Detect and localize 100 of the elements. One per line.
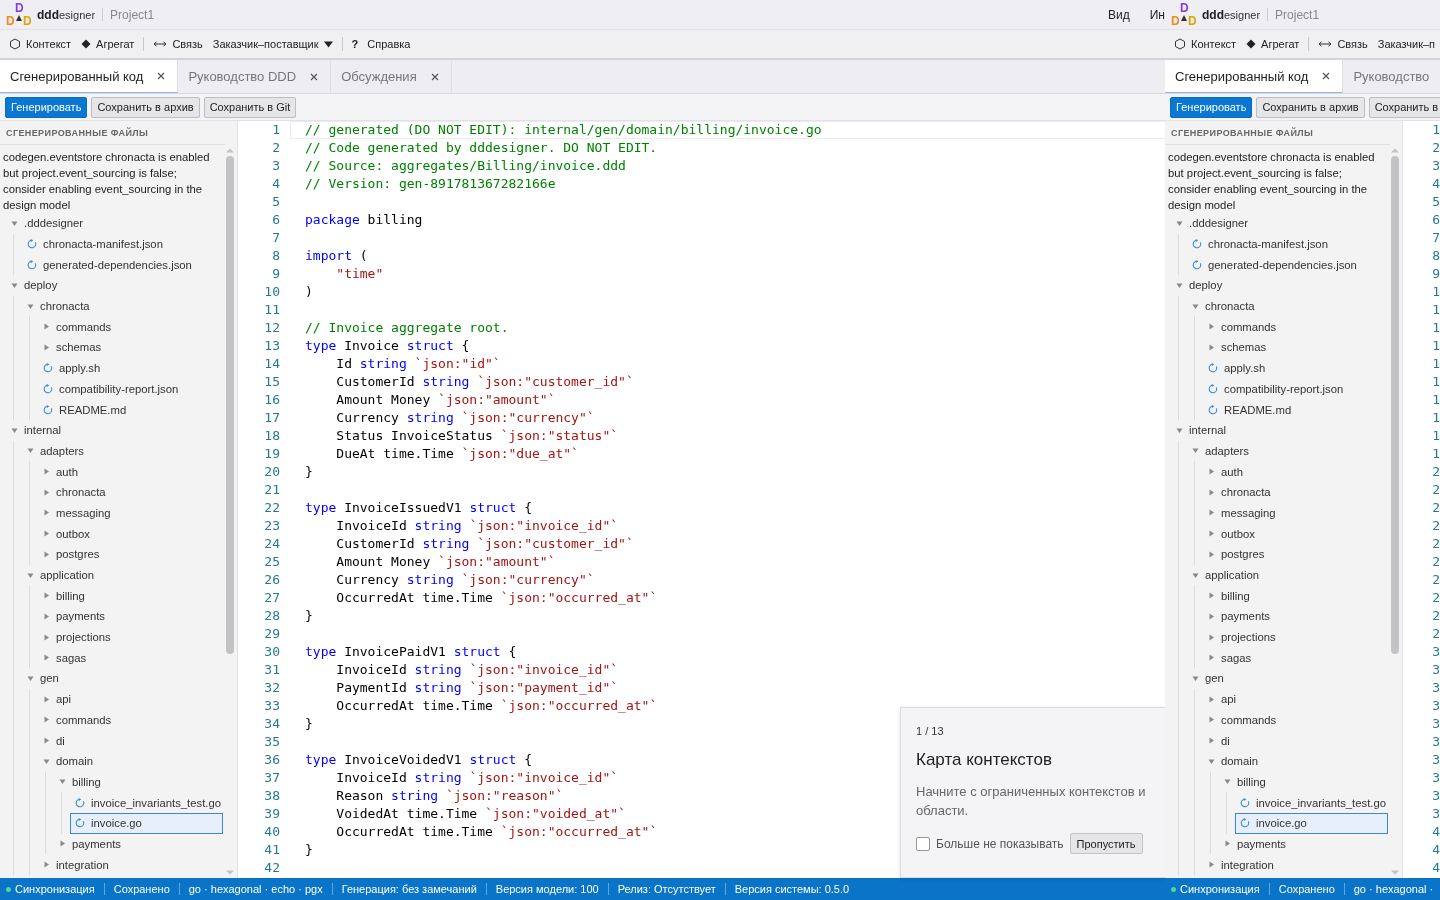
close-icon[interactable] [310,72,319,81]
tab[interactable]: Обсуждения [331,60,452,93]
toolbar-button[interactable]: Агрегат [1245,36,1301,52]
tree-item[interactable]: invoice.go [70,812,223,834]
dropdown-button[interactable]: Заказчик–поставщик [211,36,334,52]
tree-item[interactable]: projections [1203,626,1388,648]
tree-item[interactable]: di [38,730,223,751]
caret-icon[interactable] [1224,778,1231,786]
tree-item[interactable]: README.md [1203,399,1388,420]
tree-item[interactable]: domain [1203,750,1388,772]
tree-item[interactable]: auth [1203,461,1388,482]
arrow-up-icon[interactable] [1391,148,1399,153]
tree-item[interactable]: schemas [38,337,223,358]
tree-item[interactable]: compatibility-report.json [38,378,223,400]
caret-icon[interactable] [1208,323,1215,331]
caret-icon[interactable] [43,323,50,331]
generate-button[interactable]: Генерировать [5,96,88,118]
caret-icon[interactable] [43,550,50,558]
caret-icon[interactable] [43,737,50,745]
tree-item[interactable]: auth [38,461,223,482]
toolbar-button[interactable]: Связь [152,36,204,52]
tab[interactable]: Сгенерированный код [0,60,179,93]
caret-icon[interactable] [27,302,34,310]
caret-icon[interactable] [11,281,18,289]
caret-icon[interactable] [59,840,66,848]
caret-icon[interactable] [1208,488,1215,496]
caret-icon[interactable] [1208,716,1215,724]
save-button[interactable]: Сохранить в [1368,96,1440,118]
tree-item[interactable]: chronacta-manifest.json [22,233,223,255]
caret-icon[interactable] [43,861,50,869]
skip-button[interactable]: Пропустить [1069,833,1143,854]
tree-item[interactable]: billing [54,771,223,793]
menu-item[interactable]: Ин [1149,7,1165,22]
caret-icon[interactable] [1208,550,1215,558]
caret-icon[interactable] [1192,571,1199,579]
checkbox[interactable] [916,836,930,851]
tree-item[interactable]: outbox [1203,523,1388,544]
caret-icon[interactable] [43,633,50,641]
caret-icon[interactable] [43,343,50,351]
tree-item[interactable]: billing [38,585,223,607]
caret-icon[interactable] [1208,695,1215,703]
tree-item[interactable]: generated-dependencies.json [22,254,223,276]
tree-item[interactable]: payments [1219,833,1388,855]
caret-icon[interactable] [1208,530,1215,538]
tree-item[interactable]: billing [1219,771,1388,793]
tree-item[interactable]: chronacta-manifest.json [1187,233,1388,255]
close-icon[interactable] [157,72,166,80]
tree-item[interactable]: application [1187,564,1388,586]
tree-item[interactable]: deploy [6,275,223,296]
tree-item[interactable]: domain [38,750,223,772]
arrow-up-icon[interactable] [226,148,234,153]
tree-item[interactable]: api [1203,688,1388,710]
tree-item[interactable]: schemas [1203,337,1388,358]
caret-icon[interactable] [43,530,50,538]
caret-icon[interactable] [1208,612,1215,620]
caret-icon[interactable] [43,695,50,703]
toolbar-button[interactable]: Контекст [8,36,73,52]
tree-item[interactable]: compatibility-report.json [1203,378,1388,400]
toolbar-button[interactable]: Связь [1317,36,1369,52]
caret-icon[interactable] [59,778,66,786]
caret-icon[interactable] [27,674,34,682]
tree-item[interactable]: gen [1187,668,1388,689]
tree-item[interactable]: .dddesigner [6,213,223,234]
caret-icon[interactable] [1176,219,1183,227]
caret-icon[interactable] [1208,654,1215,662]
menu-item[interactable]: Вид [1108,7,1130,22]
tab[interactable]: Руководство DDD [178,60,332,93]
tree-item[interactable]: chronacta [1187,295,1388,317]
tree-item[interactable]: invoice_invariants_test.go [70,792,223,813]
caret-icon[interactable] [1208,861,1215,869]
tab[interactable]: Руководство [1343,60,1440,93]
tree-item[interactable]: postgres [38,544,223,565]
caret-icon[interactable] [11,219,18,227]
tree-item[interactable]: commands [38,316,223,338]
toolbar-button[interactable]: Агрегат [80,36,136,52]
tree-item[interactable]: internal [1171,419,1388,441]
tree-item[interactable]: adapters [1187,440,1388,462]
tree-item[interactable]: chronacta [22,295,223,317]
tree-item[interactable]: deploy [1171,275,1388,296]
tree-item[interactable]: README.md [38,399,223,420]
close-icon[interactable] [1322,72,1331,80]
toolbar-button[interactable]: Заказчик–п [1376,36,1437,52]
save-button[interactable]: Сохранить в архив [91,96,200,118]
caret-icon[interactable] [27,447,34,455]
caret-icon[interactable] [43,592,50,600]
tree-item[interactable]: commands [38,709,223,731]
caret-icon[interactable] [1208,592,1215,600]
tree-item[interactable]: messaging [1203,502,1388,524]
caret-icon[interactable] [43,509,50,517]
tree-item[interactable]: messaging [38,502,223,524]
caret-icon[interactable] [43,716,50,724]
tree-item[interactable]: apply.sh [38,357,223,379]
save-button[interactable]: Сохранить в Git [203,96,297,118]
tree-item[interactable]: invoice_invariants_test.go [1235,792,1388,813]
tree-item[interactable]: apply.sh [1203,357,1388,379]
caret-icon[interactable] [43,612,50,620]
tree-item[interactable]: sagas [38,647,223,669]
caret-icon[interactable] [1192,674,1199,682]
tree-item[interactable]: commands [1203,316,1388,338]
caret-icon[interactable] [1208,509,1215,517]
